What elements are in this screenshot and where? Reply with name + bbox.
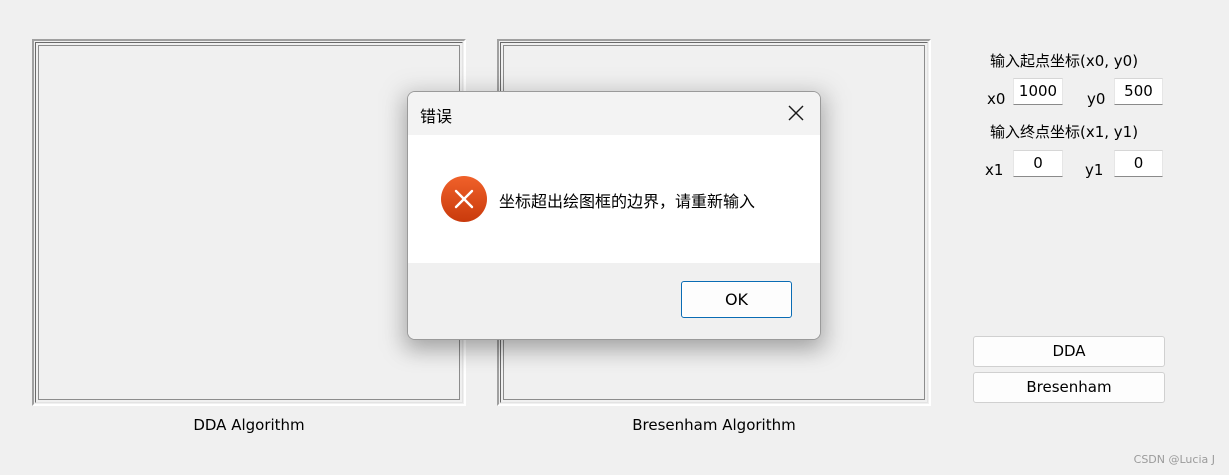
y1-label: y1 [1085, 161, 1104, 179]
x1-label: x1 [985, 161, 1004, 179]
dialog-title: 错误 [420, 107, 453, 126]
y0-label: y0 [1087, 90, 1106, 108]
start-point-label: 输入起点坐标(x0, y0) [990, 52, 1139, 70]
bresenham-caption: Bresenham Algorithm [632, 416, 796, 434]
dialog-titlebar[interactable]: 错误 [408, 92, 820, 135]
bresenham-button[interactable]: Bresenham [973, 372, 1165, 403]
watermark: CSDN @Lucia J [1133, 453, 1215, 466]
dda-button[interactable]: DDA [973, 336, 1165, 367]
dialog-body: 坐标超出绘图框的边界，请重新输入 [408, 135, 820, 263]
end-point-label: 输入终点坐标(x1, y1) [990, 123, 1139, 141]
y0-input[interactable]: 500 [1114, 78, 1163, 105]
error-dialog: 错误 坐标超出绘图框的边界，请重新输入 OK [407, 91, 821, 340]
error-icon [441, 176, 487, 222]
dialog-footer: OK [408, 263, 820, 339]
dialog-close-button[interactable] [778, 95, 814, 131]
y1-input[interactable]: 0 [1114, 150, 1163, 177]
x0-label: x0 [987, 90, 1006, 108]
x1-input[interactable]: 0 [1013, 150, 1063, 177]
x0-input[interactable]: 1000 [1013, 78, 1063, 105]
ok-button[interactable]: OK [681, 281, 792, 318]
dda-caption: DDA Algorithm [193, 416, 305, 434]
close-icon [788, 105, 804, 121]
dialog-message: 坐标超出绘图框的边界，请重新输入 [499, 192, 756, 211]
